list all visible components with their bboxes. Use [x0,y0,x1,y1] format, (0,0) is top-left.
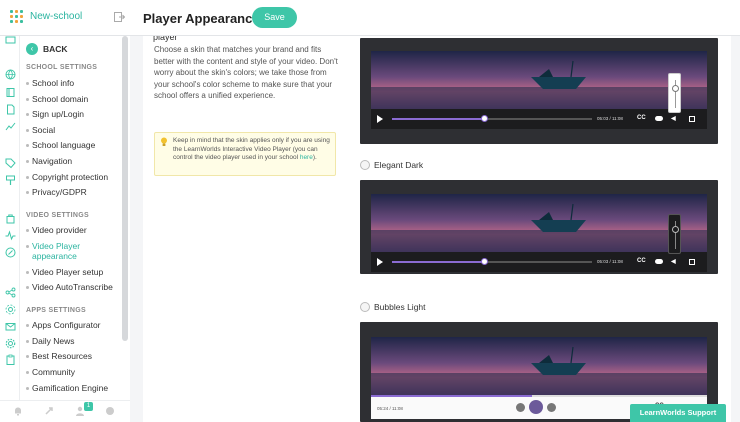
nav-item-daily-news[interactable]: Daily News [26,336,130,346]
skin-preview-elegant-dark[interactable]: 05:03 / 11:08 CC ◀ [360,180,718,274]
dashboard-icon[interactable] [5,36,16,47]
play-icon[interactable] [377,115,383,123]
volume-icon[interactable]: ◀ [671,115,676,122]
captions-icon[interactable]: CC [637,115,646,121]
video-thumbnail [371,51,707,109]
main-content: player Choose a skin that matches your b… [143,36,740,422]
play-icon[interactable] [529,400,543,414]
nav-item-best-resources[interactable]: Best Resources [26,351,130,361]
collapse-sidebar-icon[interactable] [114,12,125,22]
video-thumbnail [371,194,707,252]
nav-item-copyright-protection[interactable]: Copyright protection [26,172,130,182]
rewind-icon[interactable] [516,403,525,412]
nav-item-community[interactable]: Community [26,367,130,377]
section-school-settings: SCHOOL SETTINGS [26,64,98,71]
nav-item-privacy-gdpr[interactable]: Privacy/GDPR [26,187,130,197]
nav-item-video-autotranscribe[interactable]: Video AutoTranscribe [26,282,130,292]
mail-icon[interactable] [5,321,16,332]
back-button[interactable]: ‹ BACK [26,43,68,55]
page-title: Player Appearance [143,11,260,26]
rocket-icon[interactable] [44,406,54,416]
book-icon[interactable] [5,87,16,98]
skin-options: 05:03 / 11:08 CC ◀ Elegant Dark 05:03 / … [348,36,731,422]
settings-gear-icon[interactable] [5,338,16,349]
video-thumbnail [371,337,707,395]
pulse-icon[interactable] [5,230,16,241]
section-apps-settings: APPS SETTINGS [26,307,86,314]
integrations-icon[interactable] [5,304,16,315]
progress-bar[interactable] [371,395,533,397]
school-name: New-school [30,11,83,22]
globe-icon[interactable] [5,69,16,80]
nav-item-gamification-engine[interactable]: Gamification Engine [26,383,130,393]
volume-slider[interactable] [668,73,681,113]
progress-bar[interactable] [392,258,592,265]
support-button[interactable]: LearnWorlds Support [630,404,726,422]
back-label: BACK [43,44,68,54]
nav-item-video-player-appearance[interactable]: Video Player appearance [26,241,90,261]
nav-item-navigation[interactable]: Navigation [26,156,130,166]
time-display: 05:24 / 11:08 [377,406,403,411]
fullscreen-icon[interactable] [689,259,695,265]
chart-icon[interactable] [5,121,16,132]
nav-item-video-provider[interactable]: Video provider [26,225,130,235]
clipboard-icon[interactable] [5,354,16,365]
shopping-bag-icon[interactable] [5,213,16,224]
nav-scrollbar[interactable] [122,36,128,341]
nav-item-video-player-setup[interactable]: Video Player setup [26,267,130,277]
skin-option-bubbles-light[interactable]: Bubbles Light [360,302,426,312]
volume-icon[interactable]: ◀ [671,258,676,265]
nav-item-apps-configurator[interactable]: Apps Configurator [26,320,130,330]
share-icon[interactable] [5,287,16,298]
progress-knob[interactable] [481,258,488,265]
bell-icon[interactable] [13,406,23,416]
nav-item-signup-login[interactable]: Sign up/Login [26,109,130,119]
nav-item-school-language[interactable]: School language [26,140,130,150]
save-button[interactable]: Save [252,7,297,28]
section-heading: player [153,36,178,42]
toggle-icon[interactable] [655,116,663,121]
lightbulb-icon [161,137,167,146]
school-switcher[interactable]: New-school [10,10,82,23]
fullscreen-icon[interactable] [689,116,695,122]
player-settings-link[interactable]: here [300,154,313,161]
radio-bubbles-light[interactable] [360,302,370,312]
section-video-settings: VIDEO SETTINGS [26,212,89,219]
skin-description: Choose a skin that matches your brand an… [154,45,338,100]
tag-icon[interactable] [5,158,16,169]
settings-nav: ‹ BACK SCHOOL SETTINGS School info Schoo… [20,36,130,400]
captions-icon[interactable]: CC [637,258,646,264]
toggle-icon[interactable] [655,259,663,264]
icon-rail [0,36,20,400]
sidebar-footer [0,400,130,422]
notification-badge: 1 [84,402,93,411]
nav-item-school-info[interactable]: School info [26,78,130,88]
radio-elegant-dark[interactable] [360,160,370,170]
nav-item-school-domain[interactable]: School domain [26,94,130,104]
skin-option-elegant-dark[interactable]: Elegant Dark [360,160,423,170]
play-icon[interactable] [377,258,383,266]
time-display: 05:03 / 11:08 [597,259,623,264]
skin-notice: Keep in mind that the skin applies only … [154,132,336,176]
pages-icon[interactable] [5,104,16,115]
player-controls: 05:03 / 11:08 CC ◀ [371,109,707,129]
volume-slider[interactable] [668,214,681,254]
player-controls: 05:03 / 11:08 CC ◀ [371,252,707,272]
paint-icon[interactable] [5,175,16,186]
back-arrow-icon: ‹ [26,43,38,55]
nav-item-social[interactable]: Social [26,125,130,135]
forward-icon[interactable] [547,403,556,412]
skin-preview-default[interactable]: 05:03 / 11:08 CC ◀ [360,38,718,144]
progress-knob[interactable] [481,115,488,122]
apps-grid-icon [10,10,23,23]
appearance-card: player Choose a skin that matches your b… [143,36,731,422]
top-bar: New-school Player Appearance Save [0,0,740,36]
discount-icon[interactable] [5,247,16,258]
progress-bar[interactable] [392,115,592,122]
time-display: 05:03 / 11:08 [597,116,623,121]
help-icon[interactable] [105,406,115,416]
